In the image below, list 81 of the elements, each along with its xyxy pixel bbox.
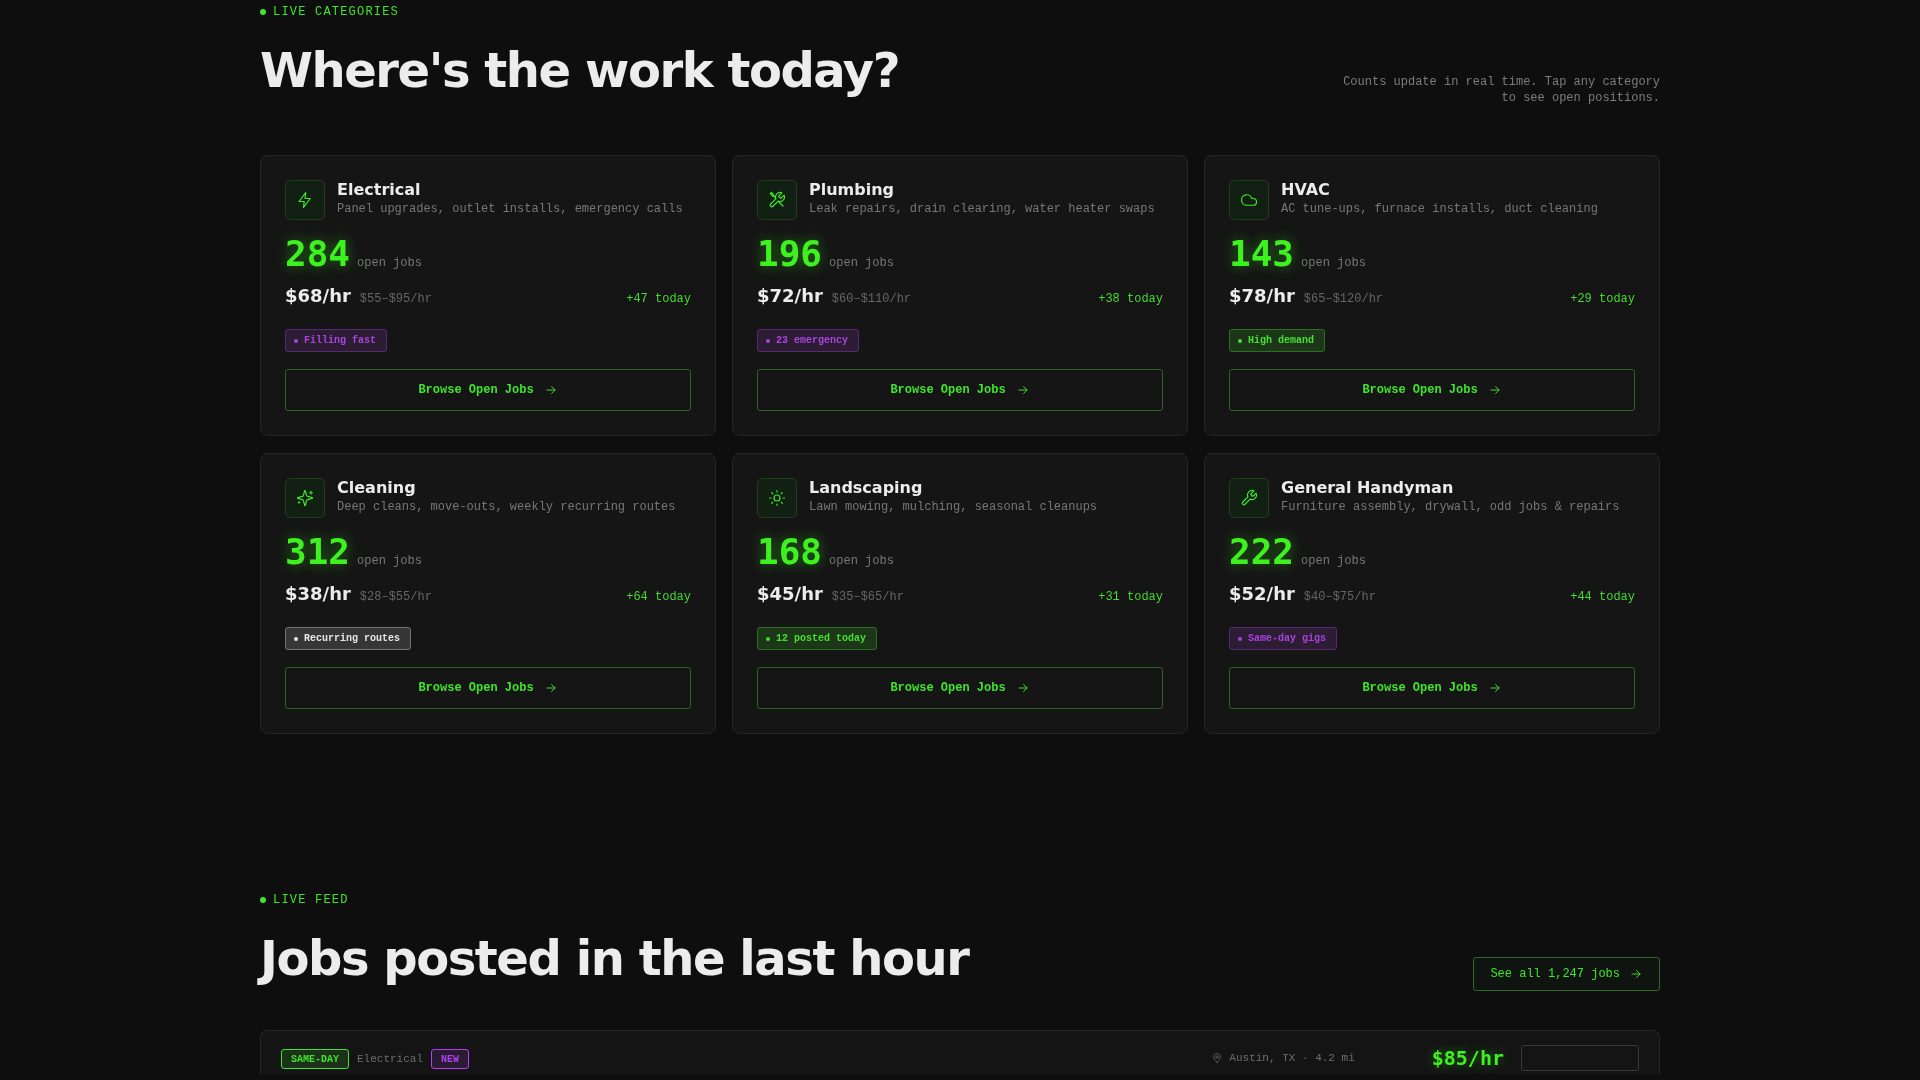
arrow-right-icon — [543, 681, 558, 695]
open-jobs-label: open jobs — [357, 256, 422, 270]
status-tag: Same-day gigs — [1229, 627, 1337, 650]
sparkles-icon — [285, 478, 325, 518]
category-description: Panel upgrades, outlet installs, emergency calls — [337, 201, 683, 217]
browse-jobs-button[interactable]: Browse Open Jobs — [285, 369, 691, 411]
map-pin-icon — [1211, 1052, 1224, 1064]
live-dot-icon — [260, 897, 266, 903]
open-jobs-count: 284 — [285, 236, 351, 272]
rate-range: $40–$75/hr — [1303, 590, 1376, 604]
sun-icon — [757, 478, 797, 518]
category-title: HVAC — [1281, 180, 1331, 200]
arrow-right-icon — [1015, 383, 1030, 397]
status-tag: High demand — [1229, 329, 1325, 352]
job-location: Austin, TX · 4.2 mi — [1229, 1052, 1355, 1064]
rate-range: $65–$120/hr — [1303, 292, 1384, 306]
rate-range: $55–$95/hr — [359, 292, 432, 306]
cloud-icon — [1229, 180, 1269, 220]
open-jobs-count: 168 — [757, 534, 823, 570]
category-description: Furniture assembly, drywall, odd jobs & repairs — [1281, 499, 1620, 515]
today-change: +38 today — [1098, 292, 1163, 306]
hourly-rate: $72/hr — [757, 284, 823, 308]
hourly-rate: $38/hr — [285, 582, 351, 606]
rate-range: $28–$55/hr — [359, 590, 432, 604]
hourly-rate: $45/hr — [757, 582, 823, 606]
arrow-right-icon — [1487, 383, 1502, 397]
category-description: AC tune-ups, furnace installs, duct cleaning — [1281, 201, 1598, 217]
rate-range: $35–$65/hr — [831, 590, 904, 604]
today-change: +29 today — [1570, 292, 1635, 306]
tools-icon — [757, 180, 797, 220]
lightning-bolt-icon — [285, 180, 325, 220]
section-note: Counts update in real time. Tap any category to see open positions. — [1342, 74, 1660, 106]
wrench-icon — [1229, 478, 1269, 518]
today-change: +44 today — [1570, 590, 1635, 604]
category-title: Electrical — [337, 180, 422, 200]
status-tag: 12 posted today — [757, 627, 877, 650]
open-jobs-count: 312 — [285, 534, 351, 570]
today-change: +31 today — [1098, 590, 1163, 604]
job-type-tag: SAME-DAY — [281, 1049, 349, 1069]
arrow-right-icon — [1629, 967, 1643, 981]
category-title: General Handyman — [1281, 478, 1455, 498]
status-tag: Recurring routes — [285, 627, 411, 650]
category-title: Landscaping — [809, 478, 924, 498]
open-jobs-count: 196 — [757, 236, 823, 272]
category-title: Cleaning — [337, 478, 417, 498]
section-eyebrow: LIVE CATEGORIES — [273, 5, 400, 19]
category-description: Leak repairs, drain clearing, water heater swaps — [809, 201, 1155, 217]
category-description: Lawn mowing, mulching, seasonal cleanups — [809, 499, 1098, 515]
see-all-jobs-button[interactable]: See all 1,247 jobs — [1473, 957, 1660, 991]
category-description: Deep cleans, move-outs, weekly recurring routes — [337, 499, 676, 515]
open-jobs-count: 143 — [1229, 236, 1295, 272]
category-title: Plumbing — [809, 180, 896, 200]
open-jobs-label: open jobs — [1301, 256, 1366, 270]
section-title: Where's the work today? — [260, 41, 900, 99]
hourly-rate: $78/hr — [1229, 284, 1295, 308]
browse-jobs-button[interactable]: Browse Open Jobs — [1229, 667, 1635, 709]
open-jobs-count: 222 — [1229, 534, 1295, 570]
open-jobs-label: open jobs — [829, 256, 894, 270]
arrow-right-icon — [1487, 681, 1502, 695]
today-change: +64 today — [626, 590, 691, 604]
arrow-right-icon — [543, 383, 558, 397]
today-change: +47 today — [626, 292, 691, 306]
rate-range: $60–$110/hr — [831, 292, 912, 306]
browse-jobs-button[interactable]: Browse Open Jobs — [285, 667, 691, 709]
live-dot-icon — [260, 9, 266, 15]
status-tag: 23 emergency — [757, 329, 859, 352]
job-action-button[interactable] — [1521, 1045, 1639, 1071]
browse-jobs-button[interactable]: Browse Open Jobs — [757, 667, 1163, 709]
section-eyebrow: LIVE FEED — [273, 893, 349, 907]
new-tag: NEW — [431, 1049, 470, 1069]
hourly-rate: $52/hr — [1229, 582, 1295, 606]
status-tag: Filling fast — [285, 329, 387, 352]
open-jobs-label: open jobs — [357, 554, 422, 568]
open-jobs-label: open jobs — [829, 554, 894, 568]
browse-jobs-button[interactable]: Browse Open Jobs — [1229, 369, 1635, 411]
hourly-rate: $68/hr — [285, 284, 351, 308]
arrow-right-icon — [1015, 681, 1030, 695]
job-rate: $85/hr — [1431, 1046, 1504, 1070]
open-jobs-label: open jobs — [1301, 554, 1366, 568]
browse-jobs-button[interactable]: Browse Open Jobs — [757, 369, 1163, 411]
job-category: Electrical — [357, 1053, 424, 1065]
